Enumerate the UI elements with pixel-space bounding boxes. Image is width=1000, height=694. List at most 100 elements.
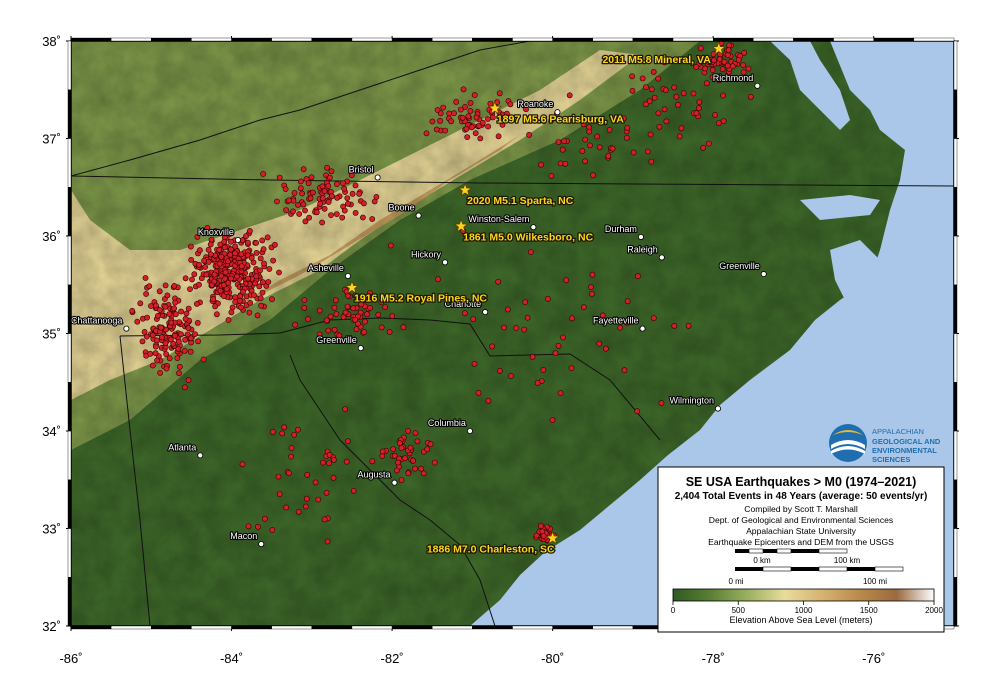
- earthquake-dot: [141, 328, 148, 335]
- earthquake-dot: [211, 271, 218, 278]
- earthquake-dot: [697, 45, 704, 52]
- earthquake-dot: [647, 131, 654, 138]
- earthquake-dot: [333, 311, 340, 317]
- major-quake-label: 1861 M5.0 Wilkesboro, NC: [463, 231, 593, 243]
- earthquake-dot: [390, 446, 396, 452]
- earthquake-dot: [424, 446, 431, 453]
- earthquake-dot: [473, 114, 480, 121]
- earthquake-dot: [680, 90, 687, 97]
- earthquake-dot: [330, 474, 337, 481]
- earthquake-dot: [152, 350, 159, 357]
- earthquake-dot: [440, 104, 447, 111]
- earthquake-dot: [331, 304, 338, 311]
- earthquake-dot: [325, 199, 332, 205]
- earthquake-dot: [321, 516, 328, 523]
- earthquake-dot: [172, 299, 178, 306]
- earthquake-dot: [296, 211, 303, 217]
- earthquake-dot: [398, 445, 405, 451]
- frame-segment: [472, 37, 513, 42]
- major-quake-label: 1886 M7.0 Charleston, SC: [427, 543, 555, 555]
- earthquake-dot: [489, 343, 495, 350]
- earthquake-dot: [475, 389, 482, 396]
- earthquake-dot: [245, 523, 252, 530]
- earthquake-dot: [187, 348, 194, 355]
- earthquake-dot: [524, 314, 531, 321]
- earthquake-dot: [207, 251, 214, 258]
- earthquake-dot: [182, 315, 189, 322]
- earthquake-dot: [172, 311, 179, 318]
- earthquake-dot: [361, 329, 367, 335]
- earthquake-dot: [181, 384, 188, 391]
- earthquake-dot: [261, 515, 268, 522]
- earthquake-dot: [352, 182, 359, 189]
- earthquake-dot: [410, 457, 416, 464]
- earthquake-dot: [258, 302, 264, 309]
- earthquake-dot: [299, 190, 305, 197]
- city-dot: [258, 541, 265, 548]
- earthquake-dot: [245, 275, 251, 282]
- city-label: Winston-Salem: [468, 214, 529, 224]
- earthquake-dot: [178, 308, 184, 315]
- city-dot: [530, 224, 537, 231]
- earthquake-dot: [143, 291, 149, 297]
- earthquake-dot: [359, 214, 366, 221]
- earthquake-dot: [725, 47, 732, 53]
- earthquake-dot: [484, 116, 491, 122]
- city-dot: [754, 82, 761, 89]
- earthquake-dot: [508, 373, 514, 379]
- earthquake-dot: [149, 332, 156, 339]
- earthquake-dot: [222, 269, 229, 276]
- city-label: Knoxville: [198, 227, 234, 237]
- city-dot: [639, 325, 646, 332]
- earthquake-dot: [405, 470, 412, 477]
- earthquake-dot: [153, 302, 159, 309]
- earthquake-dot: [185, 305, 192, 312]
- frame-segment: [953, 235, 958, 285]
- earthquake-dot: [271, 241, 278, 248]
- earthquake-dot: [446, 110, 453, 117]
- earthquake-dot: [352, 316, 358, 323]
- logo-line-2: GEOLOGICAL AND: [872, 437, 941, 446]
- frame-segment: [632, 37, 674, 42]
- frame-segment: [351, 37, 393, 42]
- earthquake-dot: [158, 324, 164, 331]
- earthquake-dot: [596, 144, 603, 151]
- city-dot: [374, 174, 381, 181]
- city-label: Asheville: [308, 263, 344, 273]
- earthquake-dot: [639, 75, 646, 82]
- earthquake-dot: [216, 260, 223, 267]
- city-label: Atlanta: [168, 442, 196, 452]
- earthquake-dot: [232, 294, 238, 300]
- earthquake-dot: [582, 158, 588, 165]
- earthquake-dot: [357, 309, 364, 316]
- earthquake-dot: [552, 350, 559, 356]
- earthquake-dot: [471, 92, 478, 98]
- major-quake-label: 2011 M5.8 Mineral, VA: [602, 54, 711, 66]
- earthquake-dot: [341, 207, 348, 214]
- frame-segment: [592, 625, 634, 630]
- earthquake-dot: [642, 101, 649, 108]
- city-dot: [197, 452, 204, 459]
- city-dot: [234, 236, 241, 243]
- lat-tick-label: 32˚: [42, 619, 61, 634]
- earthquake-dot: [555, 139, 562, 145]
- earthquake-dot: [254, 523, 261, 530]
- earthquake-dot: [435, 276, 441, 283]
- earthquake-dot: [724, 62, 731, 69]
- earthquake-dot: [317, 200, 324, 207]
- earthquake-dot: [344, 195, 351, 201]
- earthquake-dot: [208, 236, 215, 243]
- earthquake-dot: [260, 171, 266, 177]
- earthquake-dot: [386, 329, 393, 335]
- earthquake-dot: [259, 289, 266, 296]
- earthquake-dot: [146, 283, 153, 290]
- frame-segment: [271, 625, 313, 630]
- earthquake-dot: [522, 299, 529, 305]
- frame-segment: [833, 37, 874, 42]
- earthquake-dot: [423, 130, 430, 137]
- earthquake-dot: [309, 189, 316, 196]
- frame-segment: [67, 479, 72, 529]
- earthquake-dot: [156, 307, 163, 313]
- earthquake-dot: [269, 527, 276, 533]
- earthquake-dot: [538, 161, 544, 168]
